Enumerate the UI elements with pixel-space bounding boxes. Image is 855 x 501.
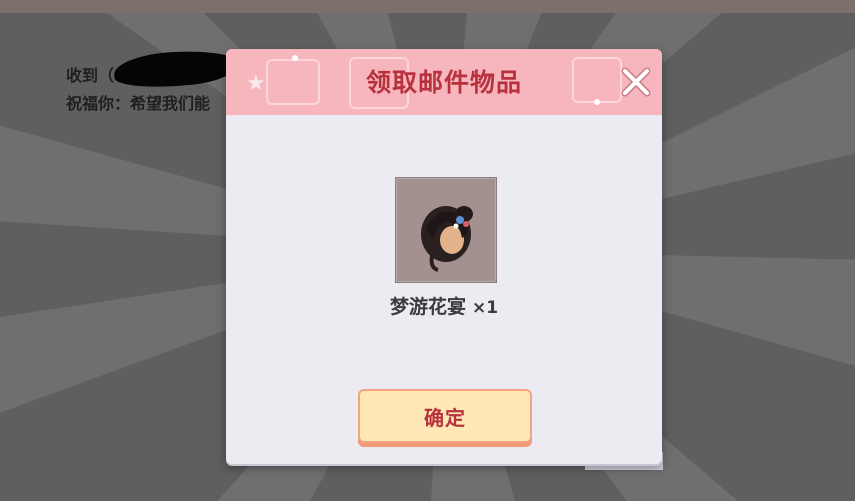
mail-message-text: 祝福你：希望我们能 xyxy=(66,94,211,113)
dialog-title: 领取邮件物品 xyxy=(365,68,522,97)
item-quantity: ×1 xyxy=(471,298,499,318)
dialog-header: ★ 领取邮件物品 xyxy=(226,49,662,115)
game-screen: 收到（ 祝福你：希望我们能 ★ 领取邮件物品 梦游花宴 ×1 确定 xyxy=(0,0,855,501)
claim-mail-items-dialog: ★ 领取邮件物品 梦游花宴 ×1 确定 xyxy=(226,49,662,464)
item-slot[interactable] xyxy=(395,177,497,283)
close-x-icon xyxy=(621,67,651,97)
confirm-button-label: 确定 xyxy=(424,405,466,430)
sparkle-dot xyxy=(594,99,600,105)
mail-sender-text: 收到（ xyxy=(66,66,115,85)
item-name-row: 梦游花宴 ×1 xyxy=(226,292,662,319)
top-strip xyxy=(0,0,855,13)
hairstyle-item-icon xyxy=(421,206,473,272)
item-name: 梦游花宴 xyxy=(389,296,466,318)
close-button[interactable] xyxy=(619,65,653,99)
confirm-button[interactable]: 确定 xyxy=(358,389,532,443)
sparkle-dot xyxy=(292,55,298,61)
